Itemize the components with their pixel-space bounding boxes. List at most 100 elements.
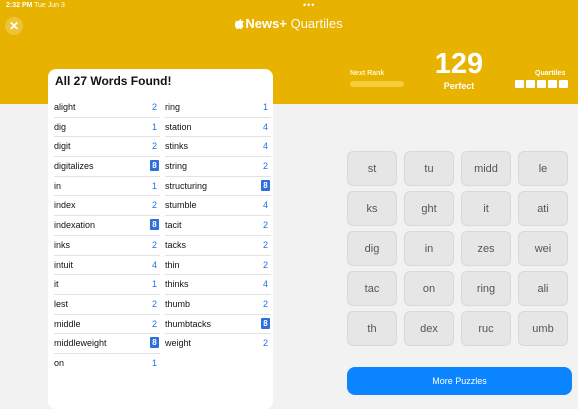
word-score: 4 — [262, 200, 268, 211]
apple-logo-icon — [235, 19, 245, 29]
word-row: ring 1 — [165, 98, 271, 118]
quartile-box — [526, 80, 535, 88]
word-text: lest — [54, 298, 69, 309]
letter-tile[interactable]: midd — [461, 151, 511, 186]
word-score: 8 — [261, 317, 270, 329]
letter-tile[interactable]: on — [404, 271, 454, 306]
word-score: 8 — [261, 179, 270, 191]
word-text: tacks — [165, 239, 187, 250]
word-score: 4 — [151, 259, 157, 270]
word-score: 4 — [262, 279, 268, 290]
word-row: middle 2 — [54, 315, 160, 335]
word-text: stinks — [165, 141, 189, 152]
score-value: 129 — [434, 48, 484, 80]
word-text: indexation — [54, 220, 96, 231]
game-name: Quartiles — [290, 16, 343, 31]
word-row: thin 2 — [165, 256, 271, 276]
word-row: weight 2 — [165, 334, 271, 354]
letter-tile[interactable]: ati — [518, 191, 568, 226]
word-row: it 1 — [54, 275, 160, 295]
word-row: tacks 2 — [165, 236, 271, 256]
word-text: structuring — [165, 180, 208, 191]
word-row: indexation 8 — [54, 216, 160, 236]
word-text: stumble — [165, 200, 197, 211]
word-text: inks — [54, 239, 71, 250]
word-row: digitalizes 8 — [54, 157, 160, 177]
letter-tile[interactable]: wei — [518, 231, 568, 266]
word-score: 1 — [262, 102, 268, 112]
word-row: stinks 4 — [165, 137, 271, 158]
word-text: ring — [165, 102, 181, 112]
letter-tile[interactable]: ks — [347, 191, 397, 226]
word-score: 2 — [151, 298, 157, 309]
word-row: alight 2 — [54, 98, 160, 118]
brand-name: News+ — [245, 16, 287, 31]
word-score: 2 — [151, 318, 157, 329]
next-rank-label: Next Rank — [350, 70, 385, 77]
word-row: lest 2 — [54, 295, 160, 315]
status-time: 2:32 PM — [6, 2, 33, 9]
word-row: thumbtacks 8 — [165, 315, 271, 335]
word-row: stumble 4 — [165, 196, 271, 217]
next-rank-bar — [350, 81, 404, 87]
app-title: News+ Quartiles — [0, 16, 578, 31]
word-score: 2 — [262, 239, 268, 250]
word-text: thin — [165, 259, 180, 270]
word-text: dig — [54, 121, 67, 132]
word-score: 8 — [150, 160, 159, 172]
letter-tile[interactable]: th — [347, 311, 397, 346]
word-text: it — [54, 279, 59, 290]
word-text: index — [54, 200, 76, 211]
panel-title: All 27 Words Found! — [55, 74, 172, 88]
word-list-left: alight 2 dig 1 digit 2 digitalizes 8 in 1 index 2 in… — [54, 98, 160, 374]
quartiles-progress — [515, 80, 568, 88]
word-score: 8 — [150, 337, 159, 349]
quartile-box — [537, 80, 546, 88]
word-score: 4 — [262, 141, 268, 152]
word-row: station 4 — [165, 118, 271, 138]
word-score: 4 — [262, 121, 268, 132]
word-row: dig 1 — [54, 118, 160, 138]
letter-tile[interactable]: umb — [518, 311, 568, 346]
word-score: 2 — [262, 298, 268, 309]
letter-tile[interactable]: le — [518, 151, 568, 186]
letter-tile[interactable]: zes — [461, 231, 511, 266]
word-score: 1 — [151, 180, 157, 191]
more-puzzles-button[interactable]: More Puzzles — [347, 367, 572, 395]
letter-tile[interactable]: ali — [518, 271, 568, 306]
word-text: intuit — [54, 259, 74, 270]
word-text: on — [54, 357, 65, 368]
word-text: middleweight — [54, 338, 107, 349]
letter-tile[interactable]: in — [404, 231, 454, 266]
word-score: 2 — [262, 161, 268, 172]
word-score: 1 — [151, 121, 157, 132]
letter-tile[interactable]: dig — [347, 231, 397, 266]
quartiles-label: Quartiles — [535, 70, 566, 77]
word-row: intuit 4 — [54, 256, 160, 276]
letter-tile[interactable]: ght — [404, 191, 454, 226]
word-row: structuring 8 — [165, 177, 271, 197]
letter-tile[interactable]: tu — [404, 151, 454, 186]
multitasking-dots[interactable]: ••• — [303, 0, 315, 10]
letter-tile[interactable]: tac — [347, 271, 397, 306]
word-row: thinks 4 — [165, 275, 271, 295]
letter-tile[interactable]: it — [461, 191, 511, 226]
word-score: 1 — [151, 357, 157, 368]
word-row: tacit 2 — [165, 216, 271, 236]
word-row: digit 2 — [54, 137, 160, 158]
letter-tile[interactable]: st — [347, 151, 397, 186]
word-text: thumb — [165, 298, 191, 309]
rank-label: Perfect — [443, 81, 475, 91]
found-words-panel: All 27 Words Found! alight 2 dig 1 digit 2 dig… — [48, 69, 273, 409]
tile-grid: st tu midd le ks ght it ati dig in zes wei tac on ring… — [347, 151, 568, 346]
letter-tile[interactable]: dex — [404, 311, 454, 346]
word-row: on 1 — [54, 354, 160, 374]
word-row: inks 2 — [54, 236, 160, 256]
letter-tile[interactable]: ruc — [461, 311, 511, 346]
word-text: weight — [165, 338, 192, 349]
word-text: string — [165, 161, 188, 172]
word-score: 2 — [262, 220, 268, 231]
letter-tile[interactable]: ring — [461, 271, 511, 306]
word-score: 2 — [151, 200, 157, 211]
word-score: 1 — [151, 279, 157, 290]
